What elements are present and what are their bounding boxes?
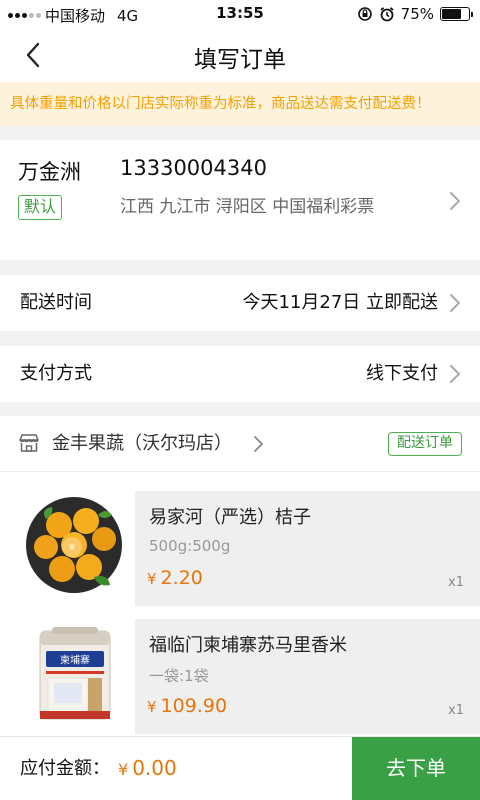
- default-address-badge: 默认: [18, 195, 63, 220]
- back-button[interactable]: [18, 38, 52, 72]
- total-amount: ¥0.00: [118, 737, 177, 800]
- delivery-notice: 具体重量和价格以门店实际称重为标准，商品送达需支付配送费！: [0, 82, 480, 126]
- payment-method-label: 支付方式: [20, 363, 92, 384]
- chevron-right-icon: [448, 292, 462, 314]
- total-label: 应付金额：: [20, 758, 110, 779]
- place-order-button[interactable]: 去下单: [352, 737, 480, 800]
- recipient-phone: 13330004340: [120, 156, 267, 180]
- product-item[interactable]: 柬埔寨 福临门柬埔寨苏马里香米 一袋:1袋 ¥109.90 x1: [0, 619, 480, 734]
- product-image-rice-bag: 柬埔寨: [24, 623, 124, 723]
- product-spec: 500g:500g: [149, 537, 231, 555]
- nav-bar: 填写订单: [0, 28, 480, 82]
- chevron-right-icon: [448, 190, 462, 212]
- payment-method-row[interactable]: 支付方式 线下支付: [0, 346, 480, 402]
- checkout-bar: 应付金额： ¥0.00 去下单: [0, 736, 480, 800]
- currency-symbol: ¥: [118, 760, 129, 779]
- product-name: 福临门柬埔寨苏马里香米: [149, 635, 347, 656]
- alarm-icon: [380, 7, 394, 22]
- chevron-left-icon: [26, 42, 40, 68]
- product-name: 易家河（严选）桔子: [149, 507, 311, 528]
- battery-percent: 75%: [400, 5, 434, 23]
- product-quantity: x1: [448, 575, 464, 590]
- shop-order-card: 金丰果蔬（沃尔玛店） 配送订单 易家河（严选）桔子 500g:500g ¥ 2.…: [0, 416, 480, 742]
- status-bar: 中国移动 4G 13:55 75%: [0, 0, 480, 28]
- currency-symbol: ¥: [147, 570, 157, 588]
- shop-header[interactable]: 金丰果蔬（沃尔玛店） 配送订单: [0, 416, 480, 472]
- address-detail: 江西 九江市 浔阳区 中国福利彩票: [120, 197, 375, 217]
- package-text: 柬埔寨: [60, 654, 90, 667]
- page-title: 填写订单: [194, 47, 286, 73]
- store-icon: [19, 434, 39, 452]
- chevron-right-icon: [252, 434, 266, 456]
- delivery-time-label: 配送时间: [20, 292, 92, 313]
- delivery-time-value: 今天11月27日 立即配送: [242, 292, 438, 313]
- recipient-name: 万金洲: [18, 160, 81, 184]
- chevron-right-icon: [448, 363, 462, 385]
- product-quantity: x1: [448, 703, 464, 718]
- order-type-badge: 配送订单: [388, 432, 462, 456]
- product-info: 福临门柬埔寨苏马里香米 一袋:1袋 ¥109.90 x1: [135, 619, 480, 734]
- battery-icon: [440, 7, 473, 21]
- price-value: 2.20: [160, 567, 203, 589]
- address-card[interactable]: 万金洲 13330004340 默认 江西 九江市 浔阳区 中国福利彩票: [0, 140, 480, 260]
- product-price: ¥2.20: [147, 567, 203, 589]
- product-image-oranges: [24, 495, 124, 595]
- currency-symbol: ¥: [147, 698, 157, 716]
- product-price: ¥109.90: [147, 695, 227, 717]
- payment-method-value: 线下支付: [366, 363, 438, 384]
- screen-lock-icon: [357, 7, 372, 21]
- product-info: 易家河（严选）桔子 500g:500g ¥2.20 x1: [135, 491, 480, 606]
- total-value: 0.00: [132, 756, 177, 780]
- delivery-time-row[interactable]: 配送时间 今天11月27日 立即配送: [0, 275, 480, 331]
- product-item[interactable]: 易家河（严选）桔子 500g:500g ¥2.20 x1: [0, 491, 480, 606]
- status-right: 75%: [357, 5, 473, 23]
- price-value: 109.90: [160, 695, 228, 717]
- product-spec: 一袋:1袋: [149, 667, 209, 685]
- shop-name: 金丰果蔬（沃尔玛店）: [52, 433, 232, 454]
